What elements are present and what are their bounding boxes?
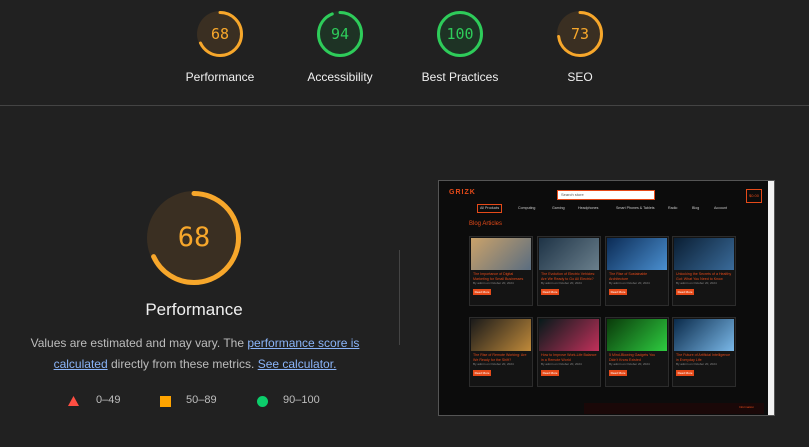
see-calculator-link[interactable]: See calculator. (258, 357, 337, 371)
category-label: Performance (185, 70, 255, 84)
section-divider (0, 105, 809, 106)
performance-description: Values are estimated and may vary. The p… (20, 333, 370, 375)
section-title: Blog Articles (469, 221, 503, 227)
article-meta: By admin on October 20, 2024 (609, 362, 650, 366)
menu-item: Computing (518, 206, 536, 210)
cart-icon: $0.00 (746, 189, 762, 203)
menu-item: Blog (692, 206, 700, 210)
score-ring: 100 (436, 10, 484, 58)
article-image (674, 319, 734, 351)
gauge-performance[interactable]: 68 Performance (160, 10, 280, 84)
score-ring: 73 (556, 10, 604, 58)
description-text: Values are estimated and may vary. The (30, 336, 248, 350)
read-more-button: Read More (473, 289, 491, 295)
site-footer: Information (584, 403, 764, 414)
read-more-button: Read More (676, 370, 694, 376)
category-summary: 68 Performance 94 Accessibility 100 Best… (0, 0, 809, 105)
article-meta: By admin on October 20, 2024 (609, 281, 650, 285)
square-icon (160, 396, 171, 407)
read-more-button: Read More (609, 289, 627, 295)
article-card: The Rise of Sustainable Architecture By a… (605, 236, 669, 306)
article-meta: By admin on October 20, 2024 (473, 362, 514, 366)
article-image (607, 238, 667, 270)
scrollbar (768, 181, 774, 415)
performance-title: Performance (145, 300, 243, 319)
score-value: 100 (446, 25, 474, 43)
triangle-icon (68, 396, 79, 406)
menu-item: All Products (477, 204, 503, 213)
article-image (607, 319, 667, 351)
article-image (539, 238, 599, 270)
site-logo: GRIZK (449, 189, 476, 196)
legend-label: 90–100 (283, 394, 320, 406)
score-ring: 94 (316, 10, 364, 58)
read-more-button: Read More (541, 289, 559, 295)
score-value: 73 (570, 25, 590, 43)
article-meta: By admin on October 20, 2024 (676, 281, 717, 285)
legend-label: 0–49 (96, 394, 121, 406)
article-title: The Rise of Sustainable Architecture (609, 272, 648, 281)
read-more-button: Read More (676, 289, 694, 295)
final-screenshot: GRIZK Search store $0.00 All Products Co… (438, 180, 775, 416)
article-meta: By admin on October 20, 2024 (473, 281, 514, 285)
read-more-button: Read More (609, 370, 627, 376)
menu-item: Account (714, 206, 727, 210)
article-title: The Evolution of Electric Vehicles: Are … (541, 272, 596, 281)
article-image (471, 319, 531, 351)
article-meta: By admin on October 20, 2024 (676, 362, 717, 366)
performance-gauge: 68 (146, 190, 242, 286)
circle-icon (257, 396, 268, 407)
article-image (471, 238, 531, 270)
article-title: 5 Mind-Blowing Gadgets You Didn't Know E… (609, 353, 656, 362)
legend-label: 50–89 (186, 394, 217, 406)
gauge-accessibility[interactable]: 94 Accessibility (280, 10, 400, 84)
article-title: Unlocking the Secrets of a Healthy Gut: … (676, 272, 732, 281)
score-ring: 68 (196, 10, 244, 58)
category-label: SEO (567, 70, 593, 84)
site-header: GRIZK Search store $0.00 All Products Co… (439, 181, 768, 215)
gauge-seo[interactable]: 73 SEO (520, 10, 640, 84)
article-card: The Rise of Remote Working: Are We Ready… (469, 317, 533, 387)
score-value: 94 (330, 25, 350, 43)
menu-item: Radio (668, 206, 678, 210)
article-image (539, 319, 599, 351)
menu-item: Smart Phones & Tablets (616, 206, 655, 210)
article-card: 5 Mind-Blowing Gadgets You Didn't Know E… (605, 317, 669, 387)
search-placeholder: Search store (561, 192, 584, 197)
article-card: The Future of Artificial Intelligence in… (672, 317, 736, 387)
article-card: Unlocking the Secrets of a Healthy Gut: … (672, 236, 736, 306)
article-card: How to Improve Work-Life Balance in a Re… (537, 317, 601, 387)
column-divider (399, 250, 400, 345)
article-title: How to Improve Work-Life Balance in a Re… (541, 353, 597, 362)
category-label: Best Practices (421, 70, 499, 84)
description-text: directly from these metrics. (107, 357, 258, 371)
article-card: The Evolution of Electric Vehicles: Are … (537, 236, 601, 306)
article-title: The Rise of Remote Working: Are We Ready… (473, 353, 527, 362)
gauge-best-practices[interactable]: 100 Best Practices (400, 10, 520, 84)
score-value: 68 (210, 25, 230, 43)
article-title: The Future of Artificial Intelligence in… (676, 353, 731, 362)
site-search-input: Search store (557, 190, 655, 200)
read-more-button: Read More (473, 370, 491, 376)
menu-item: Headphones (578, 206, 599, 210)
footer-text: Information (738, 405, 754, 409)
category-label: Accessibility (307, 70, 373, 84)
menu-item: Gaming (552, 206, 565, 210)
article-card: The Importance of Digital Marketing for … (469, 236, 533, 306)
article-meta: By admin on October 20, 2024 (541, 362, 582, 366)
read-more-button: Read More (541, 370, 559, 376)
article-meta: By admin on October 20, 2024 (541, 281, 582, 285)
article-title: The Importance of Digital Marketing for … (473, 272, 524, 281)
performance-score: 68 (177, 222, 211, 253)
article-image (674, 238, 734, 270)
